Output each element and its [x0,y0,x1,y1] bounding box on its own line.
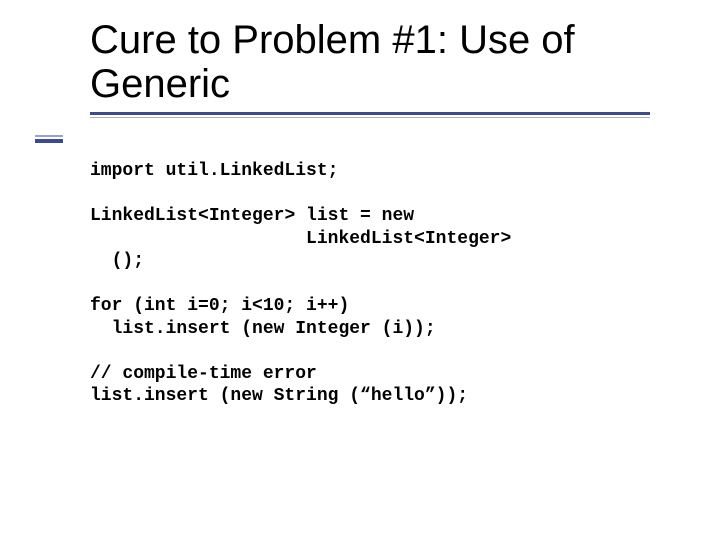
code-line-2a: LinkedList [90,206,198,226]
code-line-2b: <Integer> [198,206,295,226]
code-line-8: list.insert (new String (“hello”)); [90,386,468,406]
title-rule-thin [90,117,650,118]
accent-marker [35,135,63,143]
slide-title: Cure to Problem #1: Use of Generic [90,18,650,106]
code-line-5: for (int i=0; i<10; i++) [90,296,349,316]
code-line-6: list.insert (new Integer (i)); [90,319,436,339]
code-line-2c: list = new [295,206,414,226]
code-line-4a: (); [90,251,144,271]
title-rule-thick [90,112,650,115]
code-block: import util.LinkedList; LinkedList<Integ… [90,160,670,408]
code-line-3b: <Integer> [414,229,511,249]
slide: Cure to Problem #1: Use of Generic impor… [0,0,720,540]
code-line-1: import util.LinkedList; [90,161,338,181]
code-line-7: // compile-time error [90,364,317,384]
title-block: Cure to Problem #1: Use of Generic [90,18,650,118]
code-line-3a: LinkedList [90,229,414,249]
